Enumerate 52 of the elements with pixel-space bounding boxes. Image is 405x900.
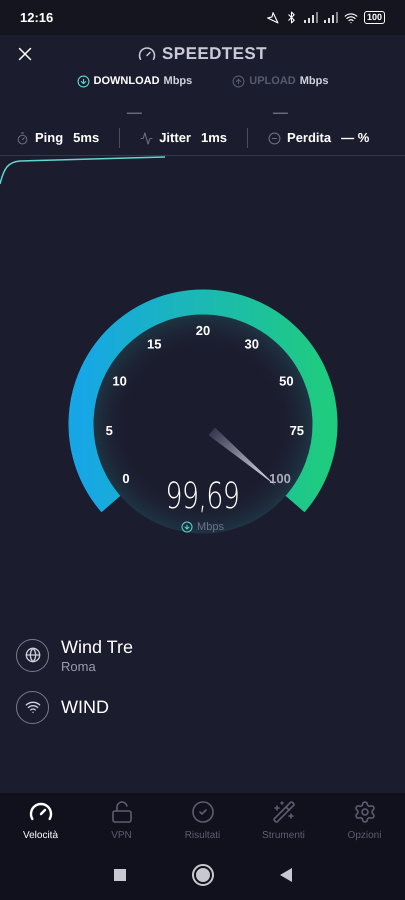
gauge-tick-label: 20	[196, 323, 210, 338]
upload-icon	[232, 74, 246, 88]
connection-detail: Roma	[61, 658, 97, 675]
location-icon	[266, 11, 279, 24]
status-time: 12:16	[20, 8, 54, 27]
stat-label: Ping	[35, 129, 64, 148]
signal-icon	[324, 12, 338, 23]
globe-icon	[16, 638, 49, 672]
home-button[interactable]	[194, 866, 212, 884]
stat-label: Jitter	[159, 129, 191, 148]
stat-value: 5ms	[73, 129, 100, 148]
gauge-tick-label: 30	[244, 336, 259, 352]
nav-tab[interactable]: Velocità	[6, 800, 76, 843]
result-tab[interactable]: UPLOAD Mbps	[232, 73, 328, 90]
stat-value: — %	[341, 129, 370, 148]
result-value: —	[272, 102, 288, 122]
gauge-tick-label: 10	[112, 374, 127, 389]
gauge-tick-label: 50	[279, 374, 294, 389]
stat-label: Perdita	[287, 129, 332, 148]
nav-tab[interactable]: Risultati	[168, 800, 238, 843]
download-icon	[76, 74, 90, 88]
gauge-tick-label: 0	[122, 470, 130, 486]
wave-icon	[140, 132, 154, 144]
download-icon	[181, 521, 194, 534]
result-value: —	[126, 102, 142, 122]
nav-tab[interactable]: Strumenti	[248, 800, 318, 843]
unlocked-padlock-icon	[110, 800, 134, 824]
magic-wand-icon	[272, 800, 296, 824]
timer-icon	[16, 132, 29, 144]
recents-button[interactable]	[114, 869, 126, 881]
nav-tab[interactable]: VPN	[86, 800, 156, 843]
gauge-tick-label: 5	[106, 423, 113, 438]
settings-icon	[352, 800, 376, 824]
battery-indicator: 100	[364, 11, 385, 24]
app-title: SPEEDTEST	[162, 43, 267, 66]
signal-icon	[304, 12, 318, 23]
minus-circle-icon	[268, 132, 282, 144]
speed-reading: 99,69	[166, 479, 240, 515]
back-button[interactable]	[280, 868, 292, 882]
nav-tab[interactable]: Opzioni	[330, 800, 400, 843]
connection-name: WIND	[61, 696, 109, 718]
wifi-icon	[16, 690, 49, 724]
gauge-tick-label: 75	[290, 423, 304, 438]
connection-name: Wind Tre	[61, 636, 134, 658]
speed-unit: Mbps	[197, 520, 224, 535]
gauge-tick-label: 15	[147, 336, 162, 352]
gauge-tick-label: 100	[269, 470, 291, 486]
check-circle-icon	[190, 800, 214, 824]
gauge-icon	[138, 45, 156, 63]
stat-value: 1ms	[201, 129, 228, 148]
result-tab[interactable]: DOWNLOAD Mbps	[76, 73, 192, 90]
wifi-icon	[344, 10, 358, 24]
